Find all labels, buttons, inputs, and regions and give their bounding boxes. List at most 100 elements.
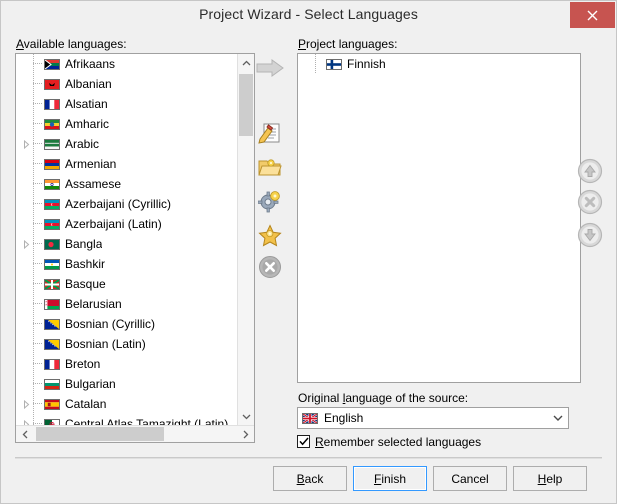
finish-button[interactable]: Finish (353, 466, 427, 491)
window-title: Project Wizard - Select Languages (199, 6, 418, 22)
back-rest: ack (304, 471, 324, 486)
checkbox-box[interactable] (297, 435, 310, 448)
project-label-accel: P (298, 37, 307, 51)
edit-notepad-icon[interactable] (255, 118, 285, 148)
finish-rest: inish (381, 471, 407, 486)
flag-bosnian-latin (44, 338, 60, 350)
flag-english (302, 412, 318, 424)
list-item-label: Belarusian (65, 297, 122, 311)
tree-connector (33, 134, 44, 154)
remove-button[interactable] (577, 189, 603, 215)
list-item[interactable]: Central Atlas Tamazight (Latin) (16, 414, 237, 425)
source-label-post: anguage of the source: (345, 391, 469, 405)
list-item[interactable]: Finnish (298, 54, 580, 74)
list-item-label: Catalan (65, 397, 107, 411)
help-rest: elp (546, 471, 563, 486)
list-item[interactable]: Bosnian (Cyrillic) (16, 314, 237, 334)
remember-label-rest: emember selected languages (323, 434, 482, 449)
source-language-value: English (324, 411, 364, 425)
available-horizontal-thumb[interactable] (36, 427, 164, 441)
available-horizontal-scrollbar[interactable] (16, 425, 254, 442)
list-item-label: Arabic (65, 137, 100, 151)
list-item[interactable]: Belarusian (16, 294, 237, 314)
list-item[interactable]: Alsatian (16, 94, 237, 114)
list-item[interactable]: Azerbaijani (Cyrillic) (16, 194, 237, 214)
list-item[interactable]: Armenian (16, 154, 237, 174)
source-language-select[interactable]: English (297, 407, 569, 429)
list-item-label: Bosnian (Cyrillic) (65, 317, 156, 331)
list-item-label: Bangla (65, 237, 103, 251)
flag-amharic (44, 118, 60, 130)
flag-azerbaijani-latin (44, 218, 60, 230)
list-item-label: Breton (65, 357, 101, 371)
tree-connector (33, 314, 44, 334)
list-item[interactable]: Albanian (16, 74, 237, 94)
scroll-right-icon[interactable] (237, 426, 254, 442)
list-item[interactable]: Amharic (16, 114, 237, 134)
footer-separator (15, 457, 602, 459)
expand-triangle-icon[interactable] (20, 394, 33, 414)
back-accel: B (296, 471, 305, 486)
list-item-label: Afrikaans (65, 57, 116, 71)
remove-circle-icon[interactable] (255, 252, 285, 282)
tree-connector (33, 374, 44, 394)
add-arrow-icon[interactable] (255, 53, 285, 83)
title-bar: Project Wizard - Select Languages (1, 1, 616, 30)
list-item[interactable]: Bulgarian (16, 374, 237, 394)
source-label-pre: Original (298, 391, 343, 405)
available-languages-list[interactable]: Afrikaans Albanian Alsatian Amharic Arabic Ar… (15, 53, 255, 443)
list-item[interactable]: Bangla (16, 234, 237, 254)
tree-connector (33, 194, 44, 214)
list-item[interactable]: Arabic (16, 134, 237, 154)
tree-connector (33, 94, 44, 114)
project-label-rest: roject languages: (306, 37, 398, 51)
list-item[interactable]: Bosnian (Latin) (16, 334, 237, 354)
remember-languages-checkbox[interactable]: Remember selected languages (297, 433, 481, 450)
move-up-button[interactable] (577, 158, 603, 184)
chevron-down-icon[interactable] (548, 408, 568, 428)
open-folder-icon[interactable] (255, 152, 285, 182)
flag-bangla (44, 238, 60, 250)
expand-triangle-icon[interactable] (20, 414, 33, 425)
close-icon[interactable] (570, 2, 615, 28)
expand-triangle-icon[interactable] (20, 134, 33, 154)
flag-arabic (44, 138, 60, 150)
available-vertical-thumb[interactable] (239, 74, 253, 136)
list-item[interactable]: Breton (16, 354, 237, 374)
move-down-button[interactable] (577, 222, 603, 248)
flag-breton (44, 358, 60, 370)
scroll-left-icon[interactable] (16, 426, 33, 442)
settings-gear-icon[interactable] (255, 186, 285, 216)
list-item[interactable]: Basque (16, 274, 237, 294)
list-item[interactable]: Bashkir (16, 254, 237, 274)
favorite-star-icon[interactable] (255, 220, 285, 250)
list-item[interactable]: Assamese (16, 174, 237, 194)
list-item[interactable]: Catalan (16, 394, 237, 414)
expand-triangle-icon[interactable] (20, 234, 33, 254)
list-item[interactable]: Afrikaans (16, 54, 237, 74)
list-item[interactable]: Azerbaijani (Latin) (16, 214, 237, 234)
available-vertical-scrollbar[interactable] (237, 54, 254, 425)
tree-connector (33, 414, 44, 425)
project-languages-list[interactable]: Finnish (297, 53, 581, 383)
flag-albanian (44, 78, 60, 90)
list-item-label: Bashkir (65, 257, 106, 271)
scroll-up-icon[interactable] (238, 54, 254, 71)
cancel-button[interactable]: Cancel (433, 466, 507, 491)
list-item-label: Bosnian (Latin) (65, 337, 146, 351)
help-button[interactable]: Help (513, 466, 587, 491)
scroll-down-icon[interactable] (238, 408, 254, 425)
source-language-label: Original language of the source: (298, 391, 468, 405)
back-button[interactable]: Back (273, 466, 347, 491)
list-item-label: Amharic (65, 117, 110, 131)
